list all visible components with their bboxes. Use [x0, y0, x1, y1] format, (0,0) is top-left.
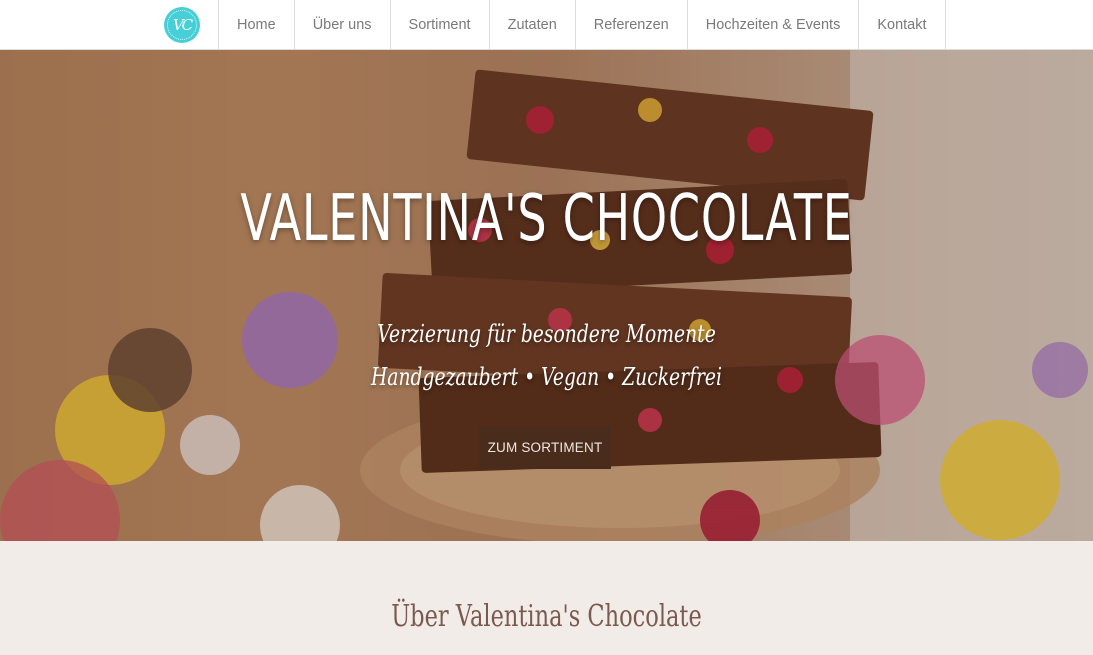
hero-banner: VALENTINA'S CHOCOLATE Verzierung für bes…: [0, 50, 1093, 541]
nav-item-home[interactable]: Home: [218, 0, 294, 50]
nav-item-referenzen[interactable]: Referenzen: [574, 0, 687, 50]
about-heading: Über Valentina's Chocolate: [391, 599, 702, 634]
nav-item-sortiment[interactable]: Sortiment: [389, 0, 489, 50]
top-navigation: VC Home Über uns Sortiment Zutaten Refer…: [0, 0, 1093, 50]
logo-badge[interactable]: VC: [164, 7, 200, 43]
nav-item-ueber-uns[interactable]: Über uns: [293, 0, 390, 50]
nav-item-kontakt[interactable]: Kontakt: [858, 0, 946, 50]
logo-text: VC: [172, 16, 193, 34]
about-section: Über Valentina's Chocolate: [0, 541, 1093, 655]
zum-sortiment-button[interactable]: ZUM SORTIMENT: [479, 426, 611, 469]
hero-title: VALENTINA'S CHOCOLATE: [240, 182, 853, 256]
hero-tagline-1: Verzierung für besondere Momente: [377, 320, 716, 348]
nav-menu: Home Über uns Sortiment Zutaten Referenz…: [218, 0, 946, 50]
nav-item-zutaten[interactable]: Zutaten: [488, 0, 575, 50]
nav-item-hochzeiten-events[interactable]: Hochzeiten & Events: [686, 0, 859, 50]
hero-tagline-2: Handgezaubert • Vegan • Zuckerfrei: [370, 363, 723, 391]
